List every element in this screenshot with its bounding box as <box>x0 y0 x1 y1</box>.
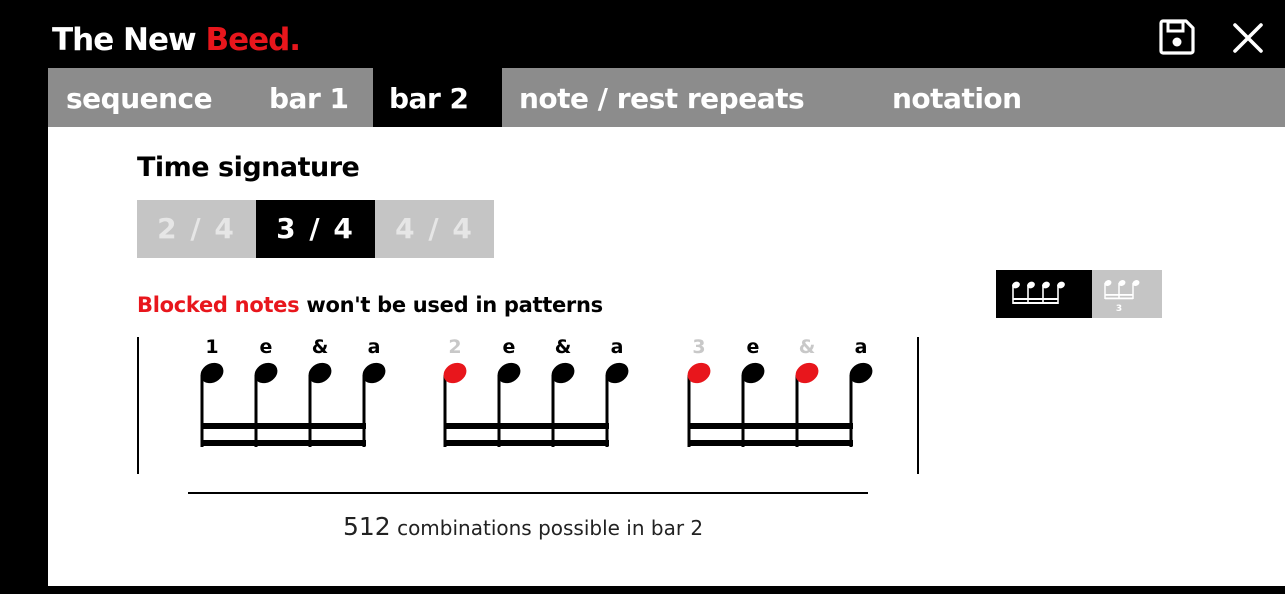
beat-label: & <box>555 336 572 358</box>
beat-label: 1 <box>205 336 218 358</box>
bar-notation: 1 e & a 2 e & a 3 e & a <box>137 336 919 494</box>
beat-group: 2 e & a <box>443 336 629 447</box>
tab-bar-1[interactable]: bar 1 <box>256 68 373 127</box>
bar-editor-panel: Time signature 2 / 4 3 / 4 4 / 4 Blocked… <box>48 127 1285 586</box>
close-x-icon[interactable] <box>1230 20 1266 56</box>
beat-label: a <box>611 336 624 358</box>
tab-notation[interactable]: notation <box>876 68 1096 127</box>
beam-primary <box>689 423 853 429</box>
beat-label: 3 <box>692 336 705 358</box>
triplet-label: 3 <box>1116 304 1122 314</box>
combinations-summary: 512 combinations possible in bar 2 <box>343 512 703 541</box>
beat-label: & <box>799 336 816 358</box>
app-title-main: The New <box>52 22 206 58</box>
tab-sequence[interactable]: sequence <box>48 68 256 127</box>
beam-primary <box>202 423 366 429</box>
beat-label: e <box>260 336 273 358</box>
beam-secondary <box>689 440 853 446</box>
tab-bar-2[interactable]: bar 2 <box>373 68 502 127</box>
beat-label: e <box>747 336 760 358</box>
beat-group: 3 e & a <box>687 336 873 447</box>
beat-label: a <box>368 336 381 358</box>
combinations-count: 512 <box>343 512 391 541</box>
triplet-notes-icon: 3 <box>1104 280 1140 314</box>
beat-label: & <box>312 336 329 358</box>
beat-label: 2 <box>448 336 461 358</box>
app-title-accent: Beed. <box>205 22 301 58</box>
beat-label: a <box>855 336 868 358</box>
beat-label: e <box>503 336 516 358</box>
combinations-text: combinations possible in bar 2 <box>390 516 704 540</box>
tab-bar: sequence bar 1 bar 2 note / rest repeats… <box>48 68 1285 127</box>
sixteenths-mode-button[interactable] <box>996 270 1092 318</box>
beat-group: 1 e & a <box>200 336 386 447</box>
beam-primary <box>445 423 609 429</box>
floppy-disk-icon[interactable] <box>1158 18 1196 56</box>
tab-note-rest-repeats[interactable]: note / rest repeats <box>502 68 876 127</box>
title-bar: The New Beed. <box>0 0 1285 68</box>
triplets-mode-button[interactable]: 3 <box>1092 270 1162 318</box>
beam-secondary <box>445 440 609 446</box>
beam-secondary <box>202 440 366 446</box>
subdivision-toggle: 3 <box>996 270 1162 318</box>
app-title: The New Beed. <box>52 18 301 62</box>
four-sixteenth-notes-icon <box>1012 281 1065 304</box>
